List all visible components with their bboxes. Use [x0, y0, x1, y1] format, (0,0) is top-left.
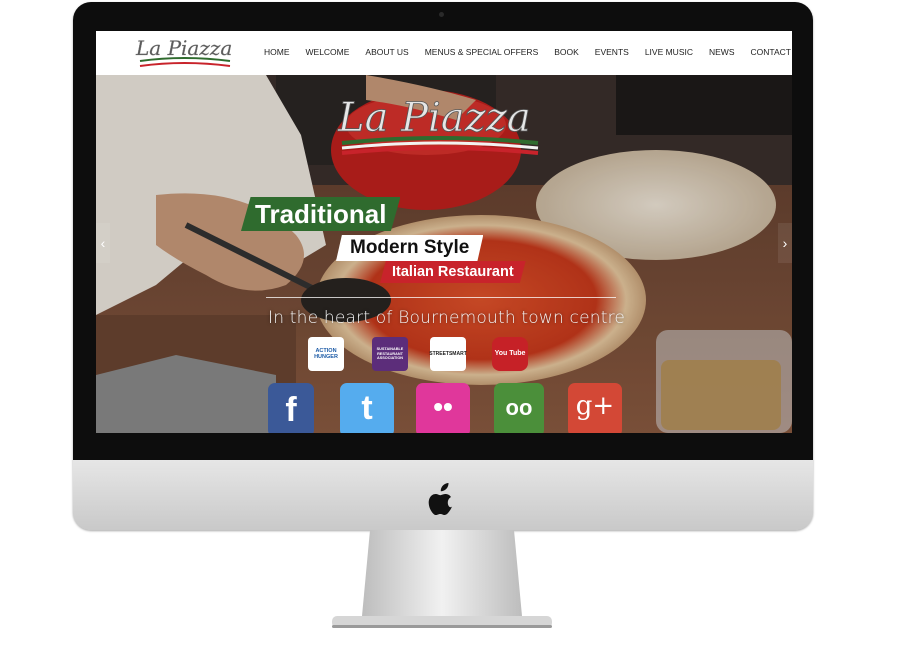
imac-monitor: La Piazza HOME WELCOME ABOUT US MENUS & …	[73, 2, 813, 530]
nav-book[interactable]: BOOK	[554, 47, 579, 57]
streetsmart-badge[interactable]: STREETSMART	[429, 337, 467, 371]
slider-next-arrow[interactable]: ›	[778, 223, 792, 263]
site-navbar: La Piazza HOME WELCOME ABOUT US MENUS & …	[96, 31, 792, 75]
flickr-glyph: ••	[433, 391, 453, 422]
nav-home[interactable]: HOME	[264, 47, 290, 57]
nav-menus-special-offers[interactable]: MENUS & SPECIAL OFFERS	[425, 47, 539, 57]
website-screen: La Piazza HOME WELCOME ABOUT US MENUS & …	[96, 31, 792, 433]
slider-prev-arrow[interactable]: ‹	[96, 223, 110, 263]
sustainable-restaurant-badge[interactable]: SUSTAINABLE RESTAURANT ASSOCIATION	[372, 337, 408, 371]
headline-traditional: Traditional	[241, 197, 401, 231]
nav-news[interactable]: NEWS	[709, 47, 735, 57]
monitor-chin	[73, 460, 813, 530]
google-plus-icon[interactable]: g+	[568, 383, 622, 433]
facebook-icon[interactable]: f	[268, 383, 314, 433]
tripadvisor-icon[interactable]: oo	[494, 383, 544, 433]
main-menu: HOME WELCOME ABOUT US MENUS & SPECIAL OF…	[264, 47, 792, 57]
flickr-icon[interactable]: ••	[416, 383, 470, 433]
site-logo-graphic: La Piazza	[135, 36, 232, 67]
streetsmart-label: STREETSMART	[429, 351, 467, 357]
monitor-stand	[330, 530, 554, 630]
google-plus-glyph: g+	[575, 391, 615, 421]
action-against-hunger-label: ACTION HUNGER	[314, 348, 338, 360]
facebook-glyph: f	[285, 391, 297, 429]
hero-slider: ‹ › La Piazza Traditional Modern Style I…	[96, 75, 792, 433]
svg-text:La Piazza: La Piazza	[135, 36, 232, 60]
nav-welcome[interactable]: WELCOME	[306, 47, 350, 57]
hero-subtitle: In the heart of Bournemouth town centre	[268, 308, 626, 328]
monitor-bezel: La Piazza HOME WELCOME ABOUT US MENUS & …	[73, 2, 813, 460]
nav-about-us[interactable]: ABOUT US	[365, 47, 408, 57]
headline-italian-restaurant: Italian Restaurant	[380, 261, 526, 283]
nav-live-music[interactable]: LIVE MUSIC	[645, 47, 693, 57]
camera-icon	[439, 12, 444, 17]
nav-events[interactable]: EVENTS	[595, 47, 629, 57]
action-against-hunger-badge[interactable]: ACTION HUNGER	[308, 337, 344, 371]
youtube-badge[interactable]: You Tube	[492, 337, 528, 371]
nav-contact[interactable]: CONTACT	[751, 47, 791, 57]
hero-logo: La Piazza	[328, 89, 568, 169]
svg-text:La Piazza: La Piazza	[337, 95, 531, 141]
hero-divider	[266, 297, 616, 298]
twitter-icon[interactable]: t	[340, 383, 394, 433]
twitter-glyph: t	[361, 389, 373, 427]
youtube-label: You Tube	[494, 350, 526, 357]
site-logo[interactable]: La Piazza	[134, 35, 238, 71]
apple-logo-icon	[428, 482, 458, 516]
tripadvisor-glyph: oo	[505, 395, 533, 420]
sustainable-restaurant-label: SUSTAINABLE RESTAURANT ASSOCIATION	[376, 347, 404, 361]
headline-modern-style: Modern Style	[336, 235, 484, 261]
hero-logo-graphic: La Piazza	[337, 95, 539, 155]
